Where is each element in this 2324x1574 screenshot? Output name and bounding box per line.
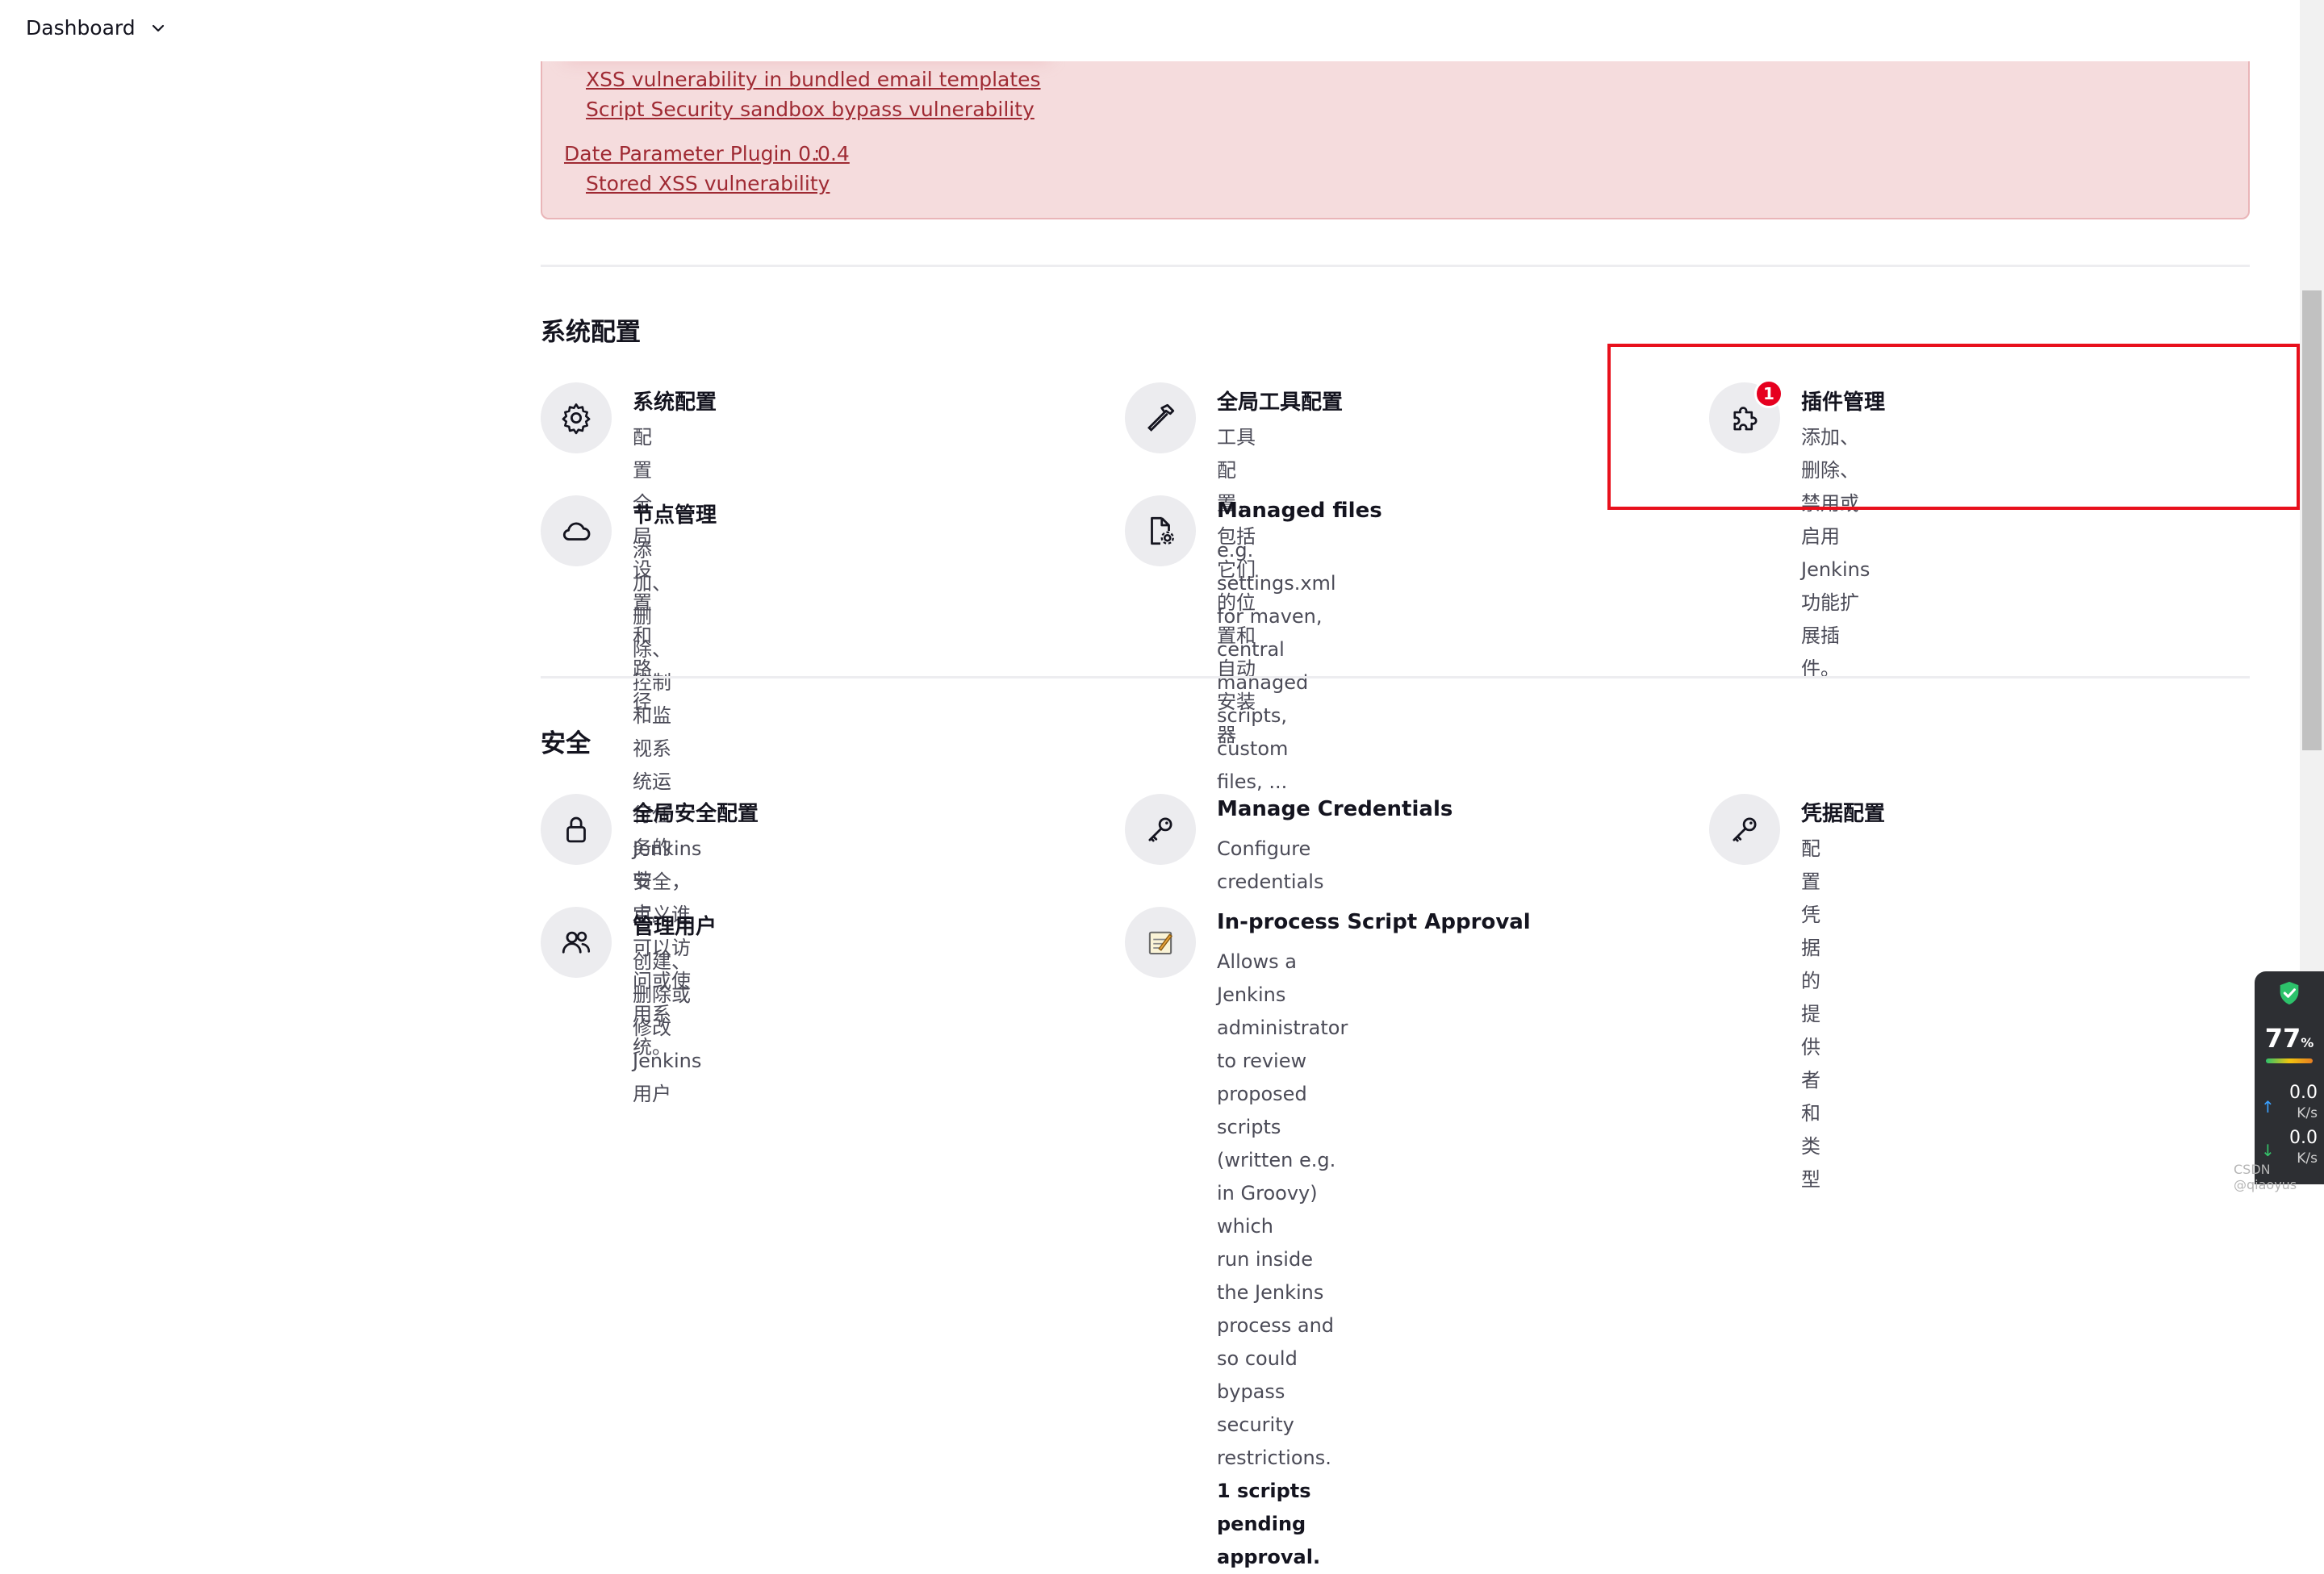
item-desc-line: proposed scripts (written e.g. in Groovy… [1217, 1083, 1336, 1238]
warning-link-stored-xss[interactable]: Stored XSS vulnerability [586, 172, 830, 195]
item-desc-text: bypass security restrictions. [1217, 1380, 1331, 1469]
section-title-security: 安全 [541, 729, 591, 758]
item-title[interactable]: 系统配置 [633, 386, 717, 415]
cpu-percent: 77% [2255, 1023, 2324, 1054]
item-desc: e.g. settings.xml for maven, central man… [1217, 534, 1336, 799]
item-desc-line: approval. [1217, 1541, 1348, 1574]
breadcrumb-dashboard[interactable]: Dashboard [26, 16, 136, 40]
scrollbar-thumb[interactable] [2302, 290, 2322, 750]
usage-bar [2266, 1058, 2313, 1063]
breadcrumb[interactable]: Dashboard [26, 16, 166, 40]
section-divider [541, 265, 2250, 267]
lock-icon [541, 794, 612, 865]
hammer-icon [1125, 382, 1196, 453]
top-bar-fade [500, 0, 2292, 61]
users-icon [541, 907, 612, 978]
item-desc-line: e.g. settings.xml for maven, central man… [1217, 539, 1336, 694]
cloud-icon [541, 495, 612, 566]
item-title[interactable]: Manage Credentials [1217, 797, 1452, 821]
item-desc: 配置凭据的提供者和类型 [1801, 837, 1820, 1191]
section-title-system: 系统配置 [541, 318, 641, 347]
file-gear-icon [1125, 495, 1196, 566]
item-desc: Allows a Jenkins administrator to review… [1217, 946, 1348, 1574]
cpu-percent-value: 77 [2264, 1023, 2301, 1054]
download-arrow-icon: ↓ [2261, 1141, 2275, 1160]
shield-check-icon [2280, 981, 2299, 1005]
system-monitor-widget[interactable]: 77% ↑ 0.0 K/s ↓ 0.0 K/s [2255, 971, 2324, 1184]
highlight-box [1607, 344, 2300, 510]
key-icon [1709, 794, 1780, 865]
item-title[interactable]: Managed files [1217, 499, 1382, 523]
item-desc-line: scripts, custom files, ... [1217, 704, 1289, 793]
plugin-colon: : [813, 142, 821, 165]
warning-link-script-security[interactable]: Script Security sandbox bypass vulnerabi… [586, 98, 1035, 121]
upload-speed: 0.0 [2289, 1083, 2318, 1103]
item-title[interactable]: 全局安全配置 [633, 797, 759, 827]
warning-link-xss-email[interactable]: XSS vulnerability in bundled email templ… [586, 68, 1041, 91]
pending-approval-count: 1 scripts pending [1217, 1480, 1311, 1535]
pending-approval-label: approval. [1217, 1546, 1321, 1568]
item-title[interactable]: In-process Script Approval [1217, 910, 1531, 934]
section-divider [541, 676, 2250, 678]
key-icon [1125, 794, 1196, 865]
item-desc-line: Allows a Jenkins administrator to review [1217, 950, 1348, 1072]
notepad-icon [1125, 907, 1196, 978]
download-speed: 0.0 [2289, 1128, 2318, 1148]
item-desc-line: run inside the Jenkins process and so co… [1217, 1248, 1335, 1370]
item-title[interactable]: 凭据配置 [1801, 797, 1885, 827]
chevron-down-icon[interactable] [150, 20, 166, 36]
item-desc: Configure credentials [1217, 837, 1324, 893]
upload-unit: K/s [2297, 1105, 2318, 1121]
cpu-percent-unit: % [2301, 1035, 2314, 1050]
item-title[interactable]: 节点管理 [633, 499, 717, 528]
item-desc: 创建、删除或修改 Jenkins 用户 [633, 950, 702, 1105]
gear-icon [541, 382, 612, 453]
item-title[interactable]: 管理用户 [633, 910, 717, 940]
warning-link-date-parameter-plugin[interactable]: Date Parameter Plugin 0.0.4 [564, 142, 850, 165]
watermark: CSDN @qiaoyus [2234, 1162, 2297, 1192]
item-desc-line: bypass security restrictions. 1 scripts … [1217, 1376, 1348, 1541]
item-title[interactable]: 全局工具配置 [1217, 386, 1343, 415]
upload-arrow-icon: ↑ [2261, 1097, 2275, 1117]
